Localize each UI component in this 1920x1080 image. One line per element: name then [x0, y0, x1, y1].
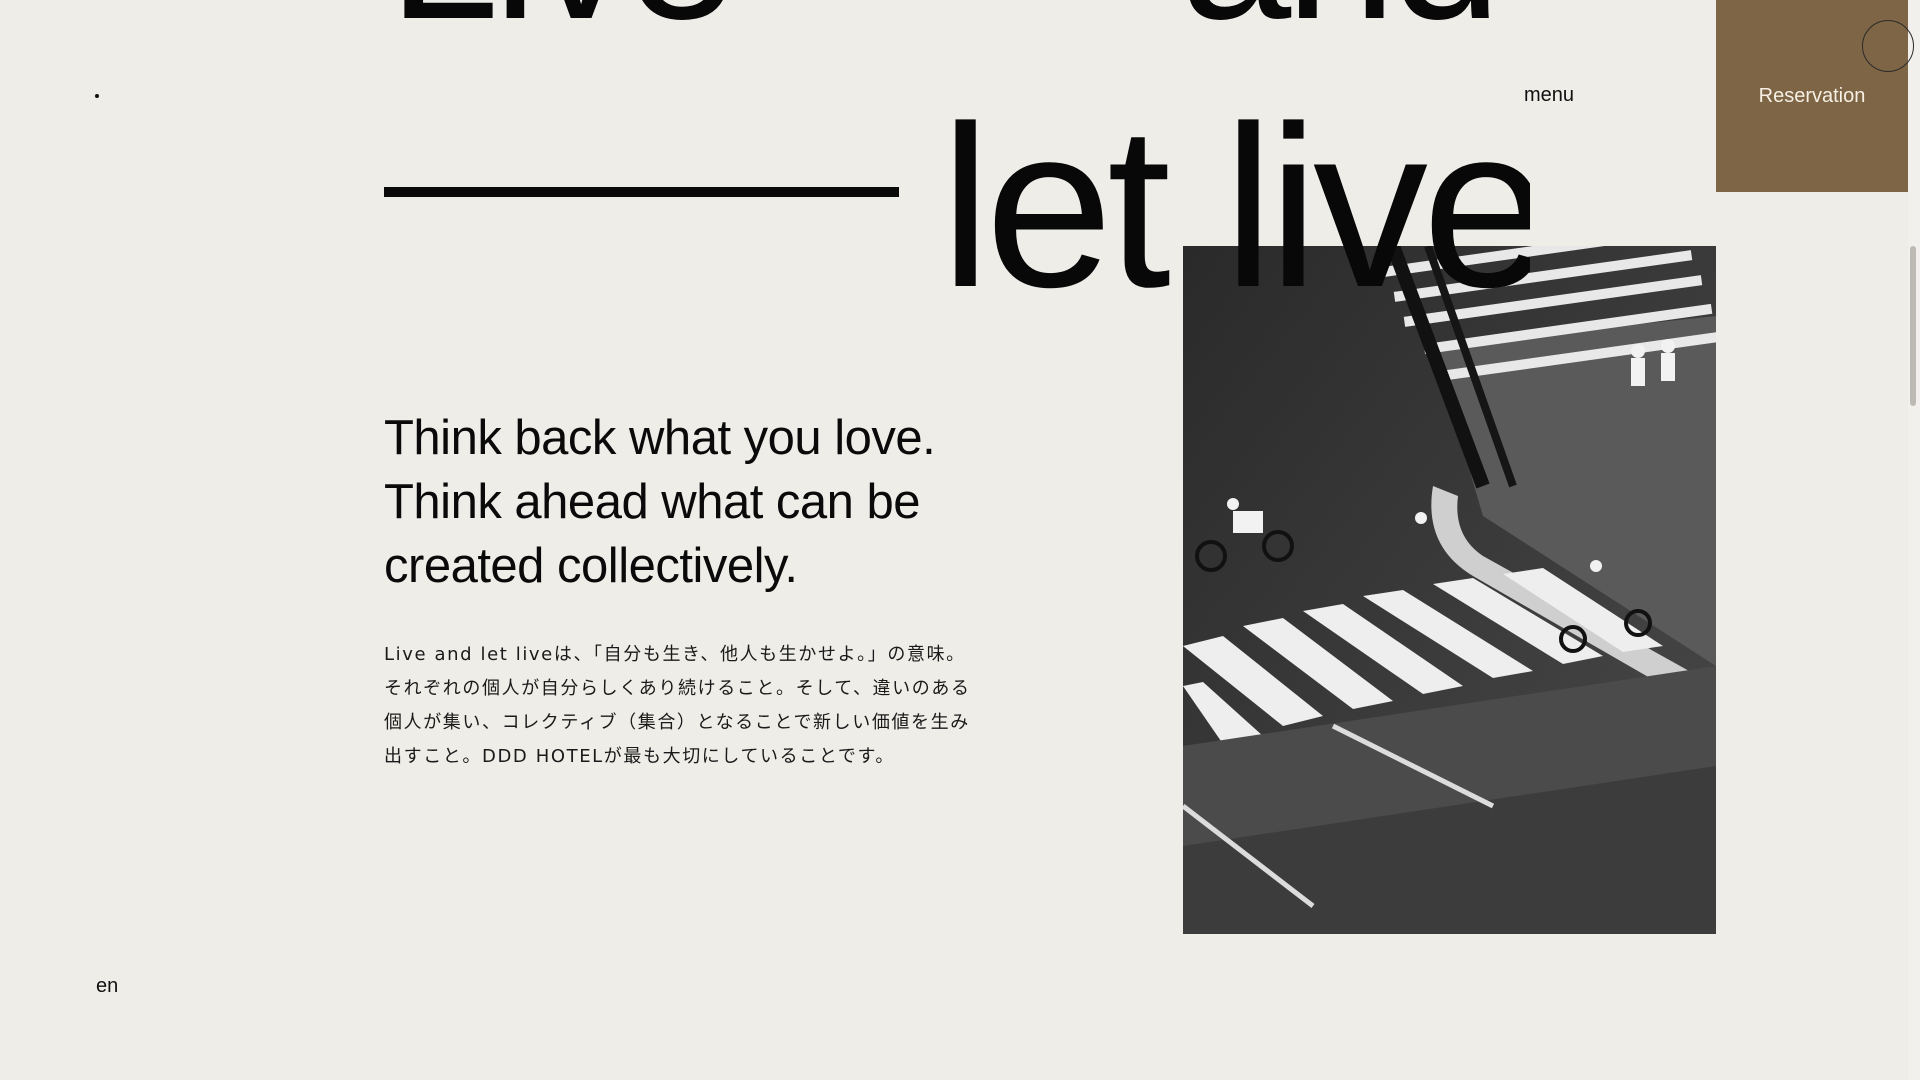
hero-divider-line	[384, 187, 899, 197]
tagline-line-1: Think back what you love.	[384, 411, 936, 465]
tagline-line-2: Think ahead what can be	[384, 475, 921, 529]
cursor-ring-icon	[1862, 20, 1914, 72]
concept-description: Live and let liveは、「自分も生き、他人も生かせよ。」の意味。そ…	[384, 644, 971, 767]
language-switch[interactable]: en	[96, 975, 118, 998]
logo-mark[interactable]	[95, 94, 99, 98]
page: Live and	[0, 0, 1920, 1080]
scrollbar-thumb[interactable]	[1910, 246, 1916, 406]
scrollbar[interactable]	[1908, 0, 1920, 1080]
tagline: Think back what you love. Think ahead wh…	[384, 406, 984, 598]
tagline-line-3: created collectively.	[384, 539, 798, 593]
hero-word-and: and	[1180, 0, 1502, 50]
hero-word-live: Live	[388, 0, 737, 50]
menu-button[interactable]: menu	[1524, 84, 1574, 107]
reservation-label: Reservation	[1758, 84, 1866, 107]
street-crossing-photo	[1183, 246, 1716, 934]
hero-word-let-live: let live	[940, 92, 1530, 322]
